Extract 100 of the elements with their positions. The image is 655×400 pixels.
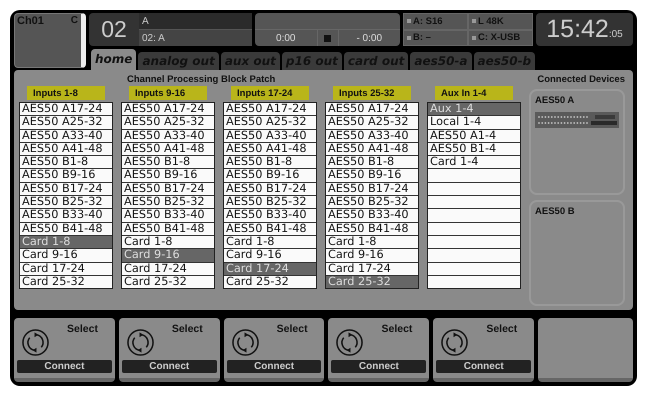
empty-list-item[interactable] [428,276,520,288]
list-item[interactable]: AES50 B17-24 [224,182,316,196]
scene-detail: 02: A [139,29,252,46]
list-item[interactable]: AES50 B41-48 [20,222,112,235]
list-item[interactable]: AES50 B9-16 [224,169,316,182]
list-item[interactable]: Card 1-4 [428,156,520,168]
list-item[interactable]: AES50 B33-40 [20,209,112,222]
list-item[interactable]: Card 17-24 [326,262,418,275]
list-item[interactable]: AES50 B25-32 [224,196,316,208]
empty-list-item[interactable] [428,262,520,275]
list-item[interactable]: AES50 B9-16 [326,169,418,182]
list-item[interactable]: AES50 B17-24 [20,182,112,196]
rotate-icon[interactable] [441,329,468,356]
list-item[interactable]: AES50 A1-4 [428,130,520,142]
list-item[interactable]: AES50 A25-32 [122,116,214,129]
list-item[interactable]: AES50 A17-24 [20,103,112,116]
stop-icon [324,34,331,42]
list-item[interactable]: Card 1-8 [224,236,316,248]
indicator-icon [407,36,411,40]
list-item[interactable]: AES50 B9-16 [20,169,112,182]
list-item[interactable]: AES50 A25-32 [326,116,418,129]
status-label: C: X-USB [478,32,520,44]
list-item[interactable]: AES50 A25-32 [20,116,112,129]
list-item[interactable]: Card 9-16 [20,249,112,262]
list-item[interactable]: AES50 B17-24 [326,182,418,196]
list-item[interactable]: AES50 B33-40 [122,209,214,222]
list-item[interactable]: AES50 B17-24 [122,182,214,196]
list-item[interactable]: AES50 A33-40 [122,130,214,142]
select-label: Select [67,323,98,335]
list-item[interactable]: AES50 B9-16 [122,169,214,182]
list-item[interactable]: Card 25-32 [20,276,112,288]
connect-button[interactable]: Connect [436,360,532,373]
list-item[interactable]: AES50 A41-48 [20,142,112,156]
indicator-icon [472,19,476,24]
scene-name: A [139,13,252,29]
select-label: Select [486,323,518,335]
list-item[interactable]: AES50 B1-8 [122,156,214,168]
rotate-icon[interactable] [22,329,49,356]
empty-list-item[interactable] [428,182,520,196]
list-item[interactable]: AES50 B1-4 [428,142,520,156]
tab[interactable]: home [91,49,136,70]
connect-button[interactable]: Connect [226,360,322,373]
list-item[interactable]: AES50 A41-48 [326,142,418,156]
connect-button[interactable]: Connect [17,360,112,373]
empty-list-item[interactable] [428,222,520,235]
select-label: Select [381,323,412,335]
channel-label: Ch01 [17,15,44,27]
rotate-icon[interactable] [126,329,154,356]
select-label: Select [276,323,308,335]
list-item[interactable]: Card 17-24 [122,262,214,275]
column-header: Inputs 25-32 [333,86,411,100]
scene-number: 02 [100,16,128,43]
list-item[interactable]: Card 25-32 [326,276,418,288]
panel-title: Channel Processing Block Patch [127,74,276,85]
list-item[interactable]: AES50 A17-24 [326,103,418,116]
list-item[interactable]: Card 9-16 [326,249,418,262]
list-item[interactable]: Card 25-32 [122,276,214,288]
list-item[interactable]: Card 1-8 [326,236,418,248]
indicator-icon [472,36,476,40]
column-header: Inputs 9-16 [129,86,207,100]
device-name: AES50 A [535,95,576,106]
list-item[interactable]: AES50 A33-40 [20,130,112,142]
list-item[interactable]: AES50 A41-48 [224,142,316,156]
device-name: AES50 B [535,206,576,217]
column-header: Inputs 17-24 [231,86,309,100]
list-item[interactable]: AES50 B1-8 [224,156,316,168]
list-item[interactable]: Card 1-8 [122,236,214,248]
connect-button[interactable]: Connect [331,360,426,373]
column-header: Inputs 1-8 [27,86,105,100]
list-item[interactable]: AES50 B25-32 [20,196,112,208]
list-item[interactable]: AES50 B41-48 [122,222,214,235]
status-label: B: – [413,32,431,44]
list-item[interactable]: Aux 1-4 [428,103,520,116]
empty-list-item[interactable] [428,196,520,208]
list-item[interactable]: AES50 B25-32 [326,196,418,208]
list-item[interactable]: AES50 B41-48 [326,222,418,235]
rotate-icon[interactable] [232,329,259,356]
list-item[interactable]: Card 9-16 [224,249,316,262]
list-item[interactable]: AES50 A17-24 [224,103,316,116]
list-item[interactable]: Card 25-32 [224,276,316,288]
connect-button[interactable]: Connect [122,360,217,373]
list-item[interactable]: AES50 B33-40 [326,209,418,222]
list-item[interactable]: AES50 B33-40 [224,209,316,222]
list-item[interactable]: AES50 A33-40 [326,130,418,142]
status-label: L 48K [478,16,504,27]
list-item[interactable]: AES50 B25-32 [122,196,214,208]
list-item[interactable]: AES50 B1-8 [326,156,418,168]
list-item[interactable]: Card 17-24 [20,262,112,275]
list-item[interactable]: AES50 B1-8 [20,156,112,168]
list-item[interactable]: AES50 B41-48 [224,222,316,235]
list-item[interactable]: AES50 A17-24 [122,103,214,116]
rotate-icon[interactable] [336,329,364,356]
list-item[interactable]: Local 1-4 [428,116,520,129]
empty-list-item[interactable] [428,236,520,248]
list-item[interactable]: AES50 A41-48 [122,142,214,156]
list-item[interactable]: Card 1-8 [20,236,112,248]
list-item[interactable]: Card 9-16 [122,249,214,262]
list-item[interactable]: Card 17-24 [224,262,316,275]
list-item[interactable]: AES50 A25-32 [224,116,316,129]
list-item[interactable]: AES50 A33-40 [224,130,316,142]
